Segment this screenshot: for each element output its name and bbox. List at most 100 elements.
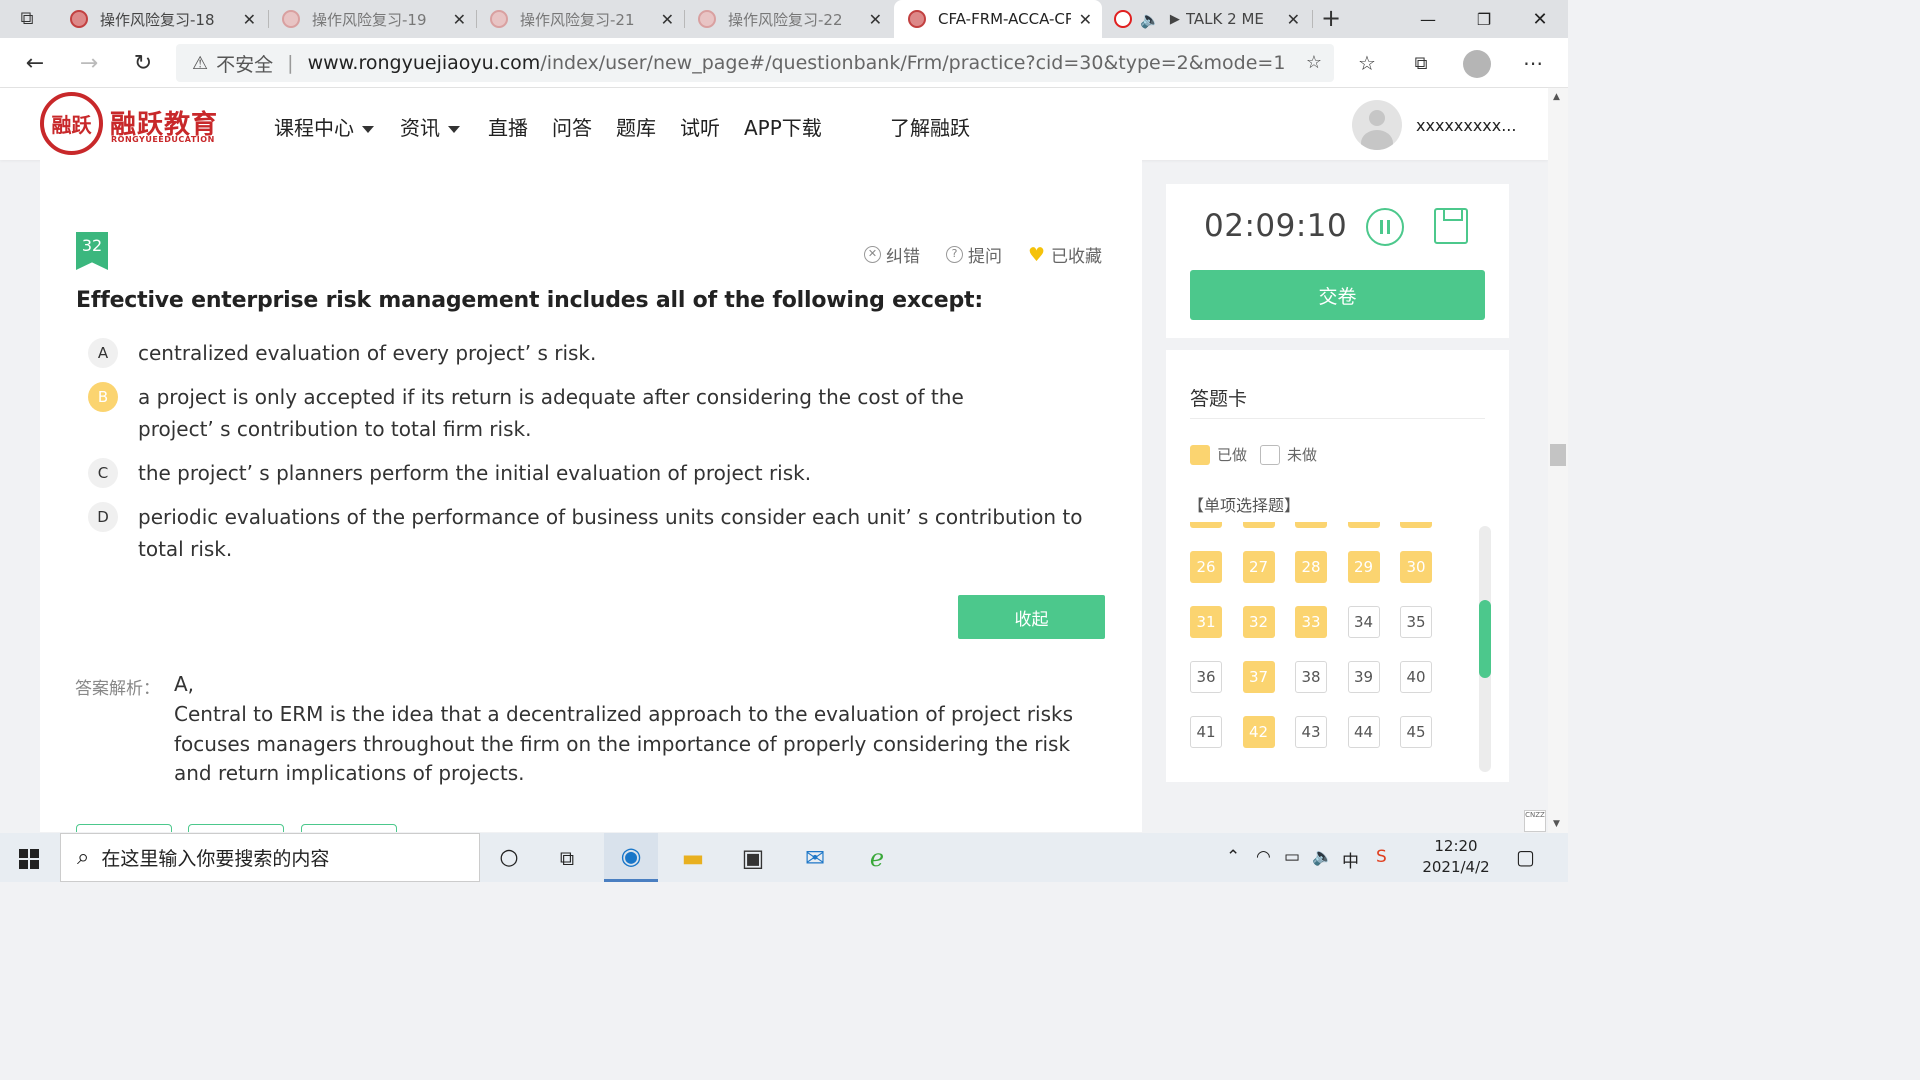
answer-card-cell[interactable]: 31 [1190, 606, 1222, 638]
bottom-action-button[interactable] [301, 824, 397, 832]
answer-card-cell[interactable]: 28 [1295, 551, 1327, 583]
wifi-icon[interactable]: ◠ [1256, 847, 1271, 867]
answer-card-cell[interactable]: 33 [1295, 606, 1327, 638]
menu-qa[interactable]: 问答 [552, 112, 592, 141]
submit-exam-button[interactable]: 交卷 [1190, 270, 1485, 320]
page-scroll-thumb[interactable] [1550, 444, 1566, 466]
page-scrollbar[interactable]: ▲ ▼ [1548, 88, 1568, 833]
browser-tab[interactable]: 操作风险复习-21 ✕ [476, 0, 684, 38]
mail-icon[interactable]: ✉ [788, 833, 842, 882]
tab-close-icon[interactable]: ✕ [869, 10, 882, 29]
scroll-down-icon[interactable]: ▼ [1553, 819, 1560, 829]
menu-about[interactable]: 了解融跃 [890, 112, 970, 141]
edge-icon[interactable]: ◉ [604, 833, 658, 882]
logo-seal[interactable]: 融跃 [40, 92, 103, 155]
notification-icon[interactable]: ▢ [1516, 845, 1535, 869]
bottom-action-button[interactable] [76, 824, 172, 832]
reload-icon[interactable]: ↻ [126, 47, 160, 79]
answer-card-cell[interactable]: 44 [1347, 716, 1380, 748]
browser-tab-active[interactable]: CFA-FRM-ACCA-CP ✕ [894, 0, 1102, 38]
answer-card-cell[interactable]: 36 [1190, 661, 1222, 693]
tab-actions-icon[interactable]: ⧉ [10, 2, 44, 34]
taskbar-search[interactable]: ⌕ 在这里输入你要搜索的内容 [60, 833, 480, 882]
menu-app-download[interactable]: APP下载 [744, 112, 822, 141]
tab-close-icon[interactable]: ✕ [453, 10, 466, 29]
answer-card-cell[interactable]: 25 [1400, 522, 1432, 528]
option-a[interactable]: A centralized evaluation of every projec… [88, 338, 1088, 369]
user-name[interactable]: xxxxxxxxx... [1416, 116, 1516, 135]
answer-card-cell[interactable]: 22 [1242, 522, 1275, 528]
forward-icon[interactable]: → [72, 47, 106, 79]
tab-close-icon[interactable]: ✕ [243, 10, 256, 29]
answer-card-cell[interactable]: 27 [1242, 551, 1275, 583]
answer-card-cell[interactable]: 23 [1295, 522, 1327, 528]
answer-card-cell[interactable]: 42 [1242, 716, 1275, 748]
tab-close-icon[interactable]: ✕ [661, 10, 674, 29]
bottom-action-button[interactable] [188, 824, 284, 832]
menu-course-center[interactable]: 课程中心 [274, 112, 374, 141]
answer-card-cell[interactable]: 41 [1190, 716, 1222, 748]
sogou-input-icon[interactable]: S [1376, 847, 1387, 867]
restore-icon[interactable]: ❐ [1456, 0, 1512, 38]
answer-card-cell[interactable]: 24 [1347, 522, 1380, 528]
browser-tab[interactable]: 操作风险复习-19 ✕ [268, 0, 476, 38]
back-icon[interactable]: ← [18, 47, 52, 79]
favorites-icon[interactable]: ☆ [1350, 47, 1384, 79]
volume-icon[interactable]: 🔈 [1312, 847, 1333, 867]
ie-browser-icon[interactable]: ℯ [850, 833, 904, 882]
store-icon[interactable]: ▣ [726, 833, 780, 882]
browser-tab[interactable]: 🔈 ▶ TALK 2 ME ✕ [1104, 0, 1310, 38]
windows-start-icon[interactable] [10, 841, 46, 875]
option-c[interactable]: C the project’ s planners perform the in… [88, 458, 1088, 489]
new-tab-icon[interactable]: + [1314, 2, 1348, 34]
menu-question-bank[interactable]: 题库 [616, 112, 656, 141]
user-avatar[interactable] [1352, 100, 1402, 150]
browser-tab[interactable]: 操作风险复习-18 ✕ [56, 0, 266, 38]
answer-card-cell[interactable]: 29 [1347, 551, 1380, 583]
menu-trial[interactable]: 试听 [680, 112, 720, 141]
pause-icon[interactable] [1366, 208, 1404, 246]
address-bar[interactable]: ⚠ 不安全 | www.rongyuejiaoyu.com/index/user… [176, 44, 1334, 82]
answer-card-cell[interactable]: 38 [1295, 661, 1327, 693]
answer-card-cell[interactable]: 26 [1190, 551, 1222, 583]
menu-live[interactable]: 直播 [488, 112, 528, 141]
answer-card-cell[interactable]: 39 [1347, 661, 1380, 693]
answer-card-cell[interactable]: 40 [1400, 661, 1432, 693]
add-favorite-icon[interactable]: ☆ [1306, 52, 1322, 73]
option-b[interactable]: B a project is only accepted if its retu… [88, 382, 1088, 445]
answer-card-scroll-thumb[interactable] [1479, 600, 1491, 678]
answer-card-cell[interactable]: 43 [1295, 716, 1327, 748]
answer-card-cell[interactable]: 30 [1400, 551, 1432, 583]
cnzz-badge[interactable]: CNZZ [1524, 810, 1546, 832]
answer-card-cell[interactable]: 34 [1347, 606, 1380, 638]
ask-question-button[interactable]: ? 提问 [946, 242, 1002, 267]
audio-playing-icon[interactable]: 🔈 [1140, 10, 1160, 29]
file-explorer-icon[interactable]: ▬ [666, 833, 720, 882]
tab-close-icon[interactable]: ✕ [1287, 10, 1300, 29]
answer-card-cell[interactable]: 45 [1400, 716, 1432, 748]
answer-card-cell[interactable]: 21 [1190, 522, 1222, 528]
menu-news[interactable]: 资讯 [400, 112, 460, 141]
answer-card-cell[interactable]: 32 [1242, 606, 1275, 638]
answer-card-cell[interactable]: 37 [1242, 661, 1275, 693]
option-d[interactable]: D periodic evaluations of the performanc… [88, 502, 1088, 565]
cortana-icon[interactable]: ○ [482, 833, 536, 882]
minimize-icon[interactable]: — [1400, 0, 1456, 38]
window-close-icon[interactable]: ✕ [1512, 0, 1568, 38]
answer-card-cell[interactable]: 35 [1400, 606, 1432, 638]
profile-avatar[interactable] [1463, 50, 1491, 78]
battery-icon[interactable]: ▭ [1284, 847, 1300, 867]
save-icon[interactable] [1434, 208, 1468, 244]
favorite-button[interactable]: ♥ 已收藏 [1028, 242, 1102, 268]
report-error-button[interactable]: ✕ 纠错 [864, 242, 920, 267]
tray-expand-icon[interactable]: ⌃ [1226, 847, 1240, 867]
browser-tab[interactable]: 操作风险复习-22 ✕ [684, 0, 892, 38]
collections-icon[interactable]: ⧉ [1404, 47, 1438, 79]
more-menu-icon[interactable]: ⋯ [1516, 47, 1550, 79]
ime-indicator[interactable]: 中 [1342, 847, 1359, 872]
system-clock[interactable]: 12:20 2021/4/2 [1418, 836, 1494, 878]
scroll-up-icon[interactable]: ▲ [1553, 92, 1560, 102]
tab-close-icon[interactable]: ✕ [1079, 10, 1092, 29]
task-view-icon[interactable]: ⧉ [540, 833, 594, 882]
collapse-button[interactable]: 收起 [958, 595, 1105, 639]
